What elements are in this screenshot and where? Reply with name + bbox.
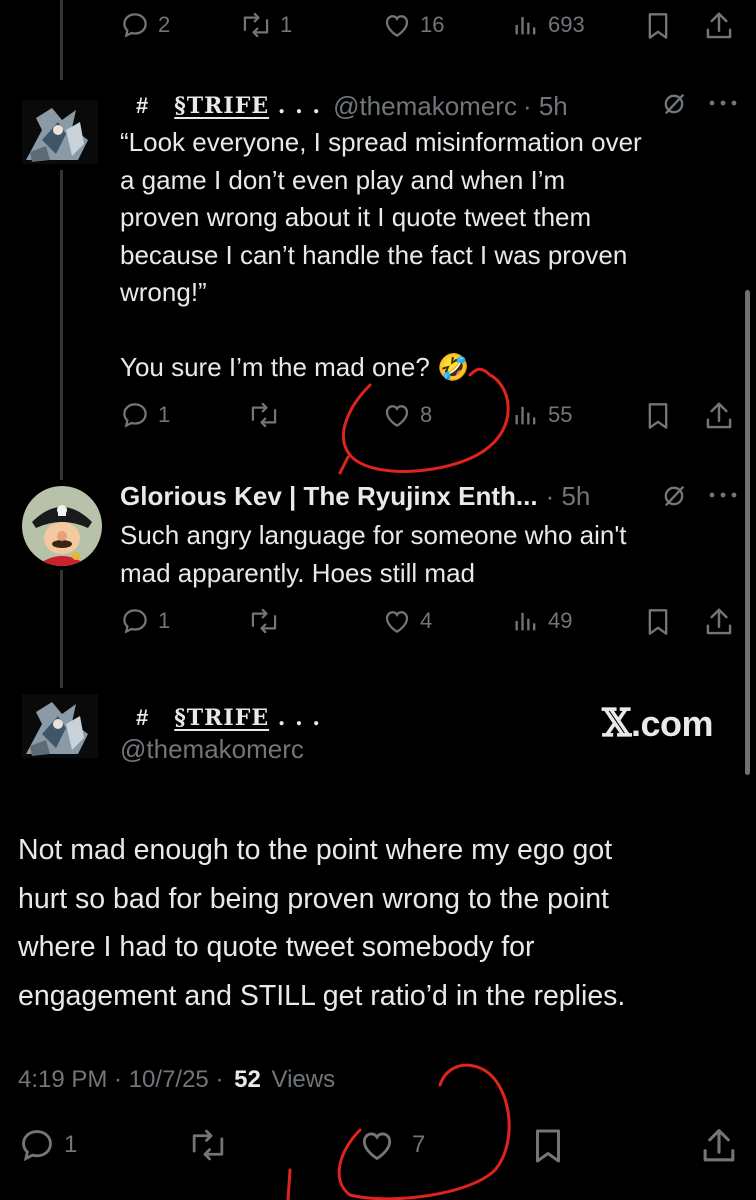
top-action-bar: 2 1 16 693 [0, 6, 756, 46]
tweet-time[interactable]: · 5h [546, 481, 591, 512]
tweet1-line: wrong!” [120, 277, 207, 307]
repost-icon [188, 1126, 228, 1164]
share-icon [704, 10, 734, 42]
like-button[interactable]: 16 [382, 10, 444, 40]
share-button[interactable] [704, 10, 734, 42]
display-name[interactable]: §TRIFE . . . [174, 93, 321, 119]
views-count: 52 [234, 1066, 261, 1093]
hash-symbol: # [136, 93, 149, 118]
display-name-main: §TRIFE [174, 93, 270, 119]
hash-symbol: # [136, 705, 149, 730]
like-icon [382, 606, 412, 636]
repost-icon [248, 606, 280, 636]
reply-count: 1 [158, 608, 171, 633]
reply-count: 2 [158, 12, 171, 37]
tweet-time[interactable]: · 5h [523, 91, 568, 122]
tweet2-line: Such angry language for someone who ain'… [120, 520, 627, 550]
reply-button[interactable]: 1 [18, 1126, 77, 1164]
repost-button[interactable] [248, 606, 280, 636]
views-button[interactable]: 693 [512, 10, 585, 40]
repost-icon [248, 400, 280, 430]
handle[interactable]: @themakomerc [120, 734, 304, 765]
share-icon [704, 606, 734, 638]
tweet2-action-bar: 1 4 49 [0, 604, 756, 644]
share-icon [704, 400, 734, 432]
like-icon [382, 10, 412, 40]
bookmark-button[interactable] [644, 400, 672, 432]
red-annotation-circle-bottom [286, 1063, 511, 1200]
tweet2-line: mad apparently. Hoes still mad [120, 557, 476, 588]
main-tweet-line: hurt so bad for being proven wrong to th… [18, 882, 609, 915]
reply-count: 1 [64, 1131, 78, 1158]
like-count: 16 [420, 12, 445, 37]
timestamp[interactable]: 4:19 PM · 10/7/25 · [18, 1066, 223, 1093]
tweet2-text: Such angry language for someone who ain'… [120, 517, 740, 592]
avatar-trife-main[interactable] [22, 694, 98, 758]
tweet1-header: # §TRIFE . . . @themakomerc · 5h [136, 88, 568, 124]
repost-button[interactable]: 1 [240, 10, 292, 40]
views-icon [512, 10, 540, 40]
repost-button[interactable] [188, 1126, 228, 1164]
reply-icon [120, 606, 150, 636]
tweet1-line: a game I don’t even play and when I’m [120, 164, 566, 195]
repost-icon [240, 10, 272, 40]
reply-count: 1 [158, 402, 171, 427]
more-icon[interactable] [708, 488, 738, 507]
display-name[interactable]: Glorious Kev | The Ryujinx Enth... [120, 481, 538, 512]
views-button[interactable]: 49 [512, 606, 572, 636]
reply-icon [120, 10, 150, 40]
grok-icon[interactable] [660, 90, 688, 123]
display-name[interactable]: §TRIFE . . . [174, 705, 321, 731]
display-name-main: §TRIFE [174, 705, 270, 731]
repost-button[interactable] [248, 400, 280, 430]
reply-button[interactable]: 1 [120, 606, 170, 636]
main-tweet-line: engagement and STILL get ratio’d in the … [18, 979, 626, 1012]
views-count: 693 [548, 12, 585, 37]
bookmark-button[interactable] [530, 1126, 566, 1166]
repost-count: 1 [280, 12, 293, 37]
reply-button[interactable]: 2 [120, 10, 170, 40]
bookmark-icon [644, 400, 672, 432]
main-tweet-line: where I had to quote tweet somebody for [18, 931, 535, 963]
tweet2-header: Glorious Kev | The Ryujinx Enth... · 5h [120, 478, 590, 514]
avatar-glorious-kev[interactable] [22, 486, 102, 566]
main-tweet-line: Not mad enough to the point where my ego… [18, 834, 613, 866]
tweet1-line: “Look everyone, I spread misinformation … [120, 127, 642, 157]
reply-icon [120, 400, 150, 430]
tweet1-line: because I can’t handle the fact I was pr… [120, 239, 628, 270]
main-tweet-text: Not mad enough to the point where my ego… [18, 826, 738, 1020]
views-count: 49 [548, 608, 573, 633]
like-count: 4 [420, 608, 433, 633]
avatar-trife[interactable] [22, 100, 98, 164]
like-button[interactable]: 4 [382, 606, 432, 636]
bookmark-button[interactable] [644, 606, 672, 638]
scrollbar[interactable] [745, 290, 750, 775]
handle[interactable]: @themakomerc [333, 91, 517, 122]
share-button[interactable] [700, 1126, 738, 1166]
share-button[interactable] [704, 606, 734, 638]
red-annotation-circle [338, 367, 510, 475]
views-icon [512, 606, 540, 636]
x-watermark: 𝕏.com [602, 700, 714, 745]
reply-button[interactable]: 1 [120, 400, 170, 430]
reply-icon [18, 1126, 56, 1164]
x-logo-icon: 𝕏 [602, 700, 631, 745]
main-tweet-header: # §TRIFE . . . [136, 700, 321, 736]
watermark-text: .com [630, 703, 714, 744]
tweet1-line: proven wrong about it I quote tweet them [120, 202, 592, 232]
views-button[interactable]: 55 [512, 400, 572, 430]
more-icon[interactable] [708, 96, 738, 115]
share-icon [700, 1126, 738, 1166]
bookmark-button[interactable] [644, 10, 672, 42]
bookmark-icon [644, 606, 672, 638]
bookmark-icon [530, 1126, 566, 1166]
grok-icon[interactable] [660, 482, 688, 515]
bookmark-icon [644, 10, 672, 42]
views-count: 55 [548, 402, 573, 427]
share-button[interactable] [704, 400, 734, 432]
display-name-dots: . . . [269, 93, 322, 119]
display-name-dots: . . . [269, 705, 322, 731]
